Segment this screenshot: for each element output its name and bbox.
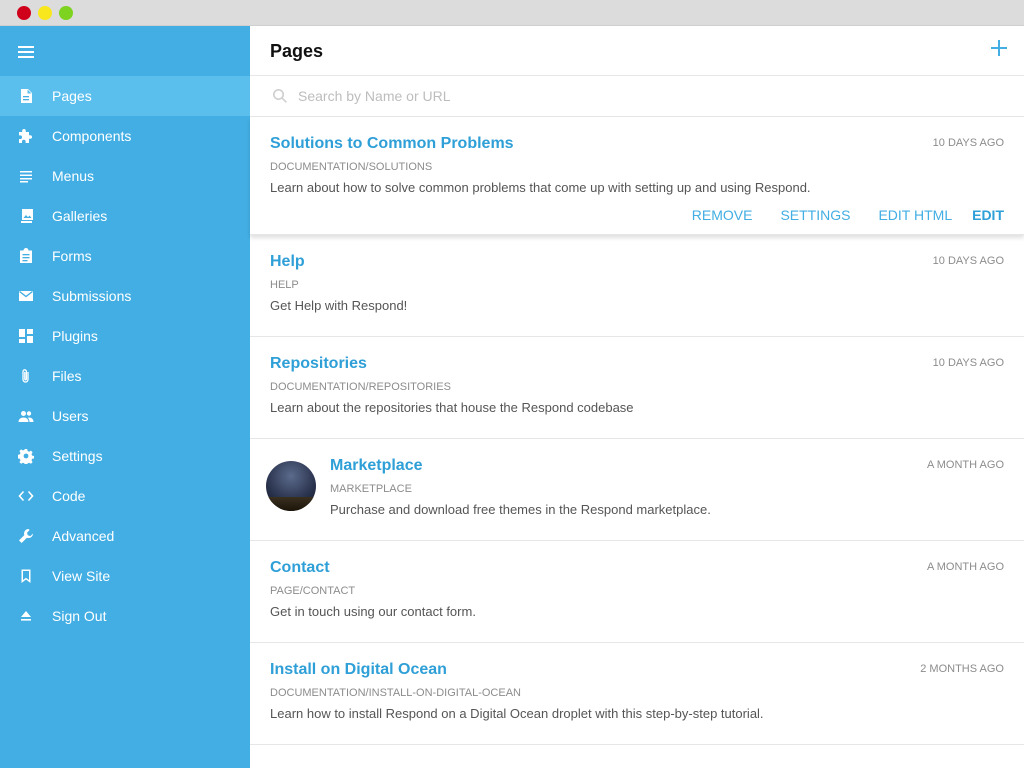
- page-url: PAGE/CONTACT: [270, 585, 356, 597]
- page-title-link[interactable]: Install on Digital Ocean: [270, 661, 447, 679]
- page-icon: [17, 87, 35, 105]
- sidebar-item-label: View Site: [52, 568, 111, 584]
- page-timestamp: 10 DAYS AGO: [932, 255, 1004, 267]
- page-description: Learn about the repositories that house …: [270, 400, 634, 415]
- sidebar-item-code[interactable]: Code: [0, 476, 250, 516]
- page-description: Purchase and download free themes in the…: [330, 502, 711, 517]
- sidebar-item-label: Files: [52, 368, 82, 384]
- list-item[interactable]: Install on Digital Ocean DOCUMENTATION/I…: [250, 643, 1024, 745]
- hamburger-icon[interactable]: [18, 46, 34, 58]
- page-title-link[interactable]: Marketplace: [330, 457, 423, 475]
- minimize-window-button[interactable]: [38, 6, 52, 20]
- page-description: Learn about how to solve common problems…: [270, 180, 811, 195]
- row-actions: REMOVE SETTINGS EDIT HTML EDIT: [664, 207, 1004, 223]
- page-header: Pages: [250, 26, 1024, 76]
- sidebar-item-label: Code: [52, 488, 86, 504]
- sidebar-item-plugins[interactable]: Plugins: [0, 316, 250, 356]
- paperclip-icon: [17, 367, 35, 385]
- sidebar-item-settings[interactable]: Settings: [0, 436, 250, 476]
- zoom-window-button[interactable]: [59, 6, 73, 20]
- page-title-link[interactable]: Repositories: [270, 355, 367, 373]
- search-bar: [250, 76, 1024, 117]
- remove-button[interactable]: REMOVE: [692, 207, 753, 223]
- page-url: MARKETPLACE: [330, 483, 412, 495]
- mail-icon: [17, 287, 35, 305]
- main-content: Pages Solutions to Common Problems DOCUM…: [250, 26, 1024, 768]
- edit-button[interactable]: EDIT: [972, 207, 1004, 223]
- list-item[interactable]: Marketplace MARKETPLACE Purchase and dow…: [250, 439, 1024, 541]
- page-thumbnail: [266, 461, 316, 511]
- wrench-icon: [17, 527, 35, 545]
- sidebar-item-label: Plugins: [52, 328, 98, 344]
- edit-html-button[interactable]: EDIT HTML: [878, 207, 952, 223]
- sidebar-item-label: Users: [52, 408, 89, 424]
- sidebar-item-files[interactable]: Files: [0, 356, 250, 396]
- page-timestamp: A MONTH AGO: [926, 561, 1004, 573]
- page-url: HELP: [270, 279, 299, 291]
- sidebar-item-label: Pages: [52, 88, 92, 104]
- sidebar-item-label: Settings: [52, 448, 103, 464]
- sidebar-item-view-site[interactable]: View Site: [0, 556, 250, 596]
- sidebar-item-sign-out[interactable]: Sign Out: [0, 596, 250, 636]
- sidebar-item-menus[interactable]: Menus: [0, 156, 250, 196]
- list-item[interactable]: Solutions to Common Problems DOCUMENTATI…: [250, 117, 1024, 235]
- sidebar-item-label: Advanced: [52, 528, 115, 544]
- page-title-link[interactable]: Help: [270, 253, 305, 271]
- search-input[interactable]: [298, 84, 998, 108]
- bookmark-icon: [17, 567, 35, 585]
- sidebar-item-label: Components: [52, 128, 132, 144]
- page-title: Pages: [270, 41, 324, 61]
- sidebar-item-label: Galleries: [52, 208, 108, 224]
- sidebar-item-galleries[interactable]: Galleries: [0, 196, 250, 236]
- sidebar-item-forms[interactable]: Forms: [0, 236, 250, 276]
- plus-icon[interactable]: [990, 39, 1008, 57]
- page-title-link[interactable]: Solutions to Common Problems: [270, 135, 514, 153]
- sidebar-item-label: Submissions: [52, 288, 132, 304]
- page-url: DOCUMENTATION/SOLUTIONS: [270, 161, 433, 173]
- page-title-link[interactable]: Contact: [270, 559, 330, 577]
- code-icon: [17, 487, 35, 505]
- sidebar-item-components[interactable]: Components: [0, 116, 250, 156]
- search-icon: [272, 88, 288, 104]
- dashboard-icon: [17, 327, 35, 345]
- sidebar-item-pages[interactable]: Pages: [0, 76, 250, 116]
- sidebar-item-advanced[interactable]: Advanced: [0, 516, 250, 556]
- close-window-button[interactable]: [17, 6, 31, 20]
- sidebar: Pages Components Menus Galleries Forms S…: [0, 26, 250, 768]
- pages-list: Solutions to Common Problems DOCUMENTATI…: [250, 117, 1024, 745]
- sidebar-nav: Pages Components Menus Galleries Forms S…: [0, 76, 250, 636]
- list-item[interactable]: Repositories DOCUMENTATION/REPOSITORIES …: [250, 337, 1024, 439]
- puzzle-icon: [17, 127, 35, 145]
- list-icon: [17, 167, 35, 185]
- gallery-icon: [17, 207, 35, 225]
- clipboard-icon: [17, 247, 35, 265]
- page-url: DOCUMENTATION/INSTALL-ON-DIGITAL-OCEAN: [270, 687, 521, 699]
- page-timestamp: 2 MONTHS AGO: [920, 663, 1004, 675]
- page-description: Learn how to install Respond on a Digita…: [270, 706, 764, 721]
- users-icon: [17, 407, 35, 425]
- window-titlebar: [0, 0, 1024, 26]
- eject-icon: [17, 607, 35, 625]
- list-item[interactable]: Contact PAGE/CONTACT Get in touch using …: [250, 541, 1024, 643]
- page-description: Get in touch using our contact form.: [270, 604, 476, 619]
- sidebar-item-submissions[interactable]: Submissions: [0, 276, 250, 316]
- sidebar-item-label: Menus: [52, 168, 95, 184]
- settings-button[interactable]: SETTINGS: [780, 207, 850, 223]
- page-description: Get Help with Respond!: [270, 298, 408, 313]
- sidebar-item-label: Sign Out: [52, 608, 107, 624]
- page-url: DOCUMENTATION/REPOSITORIES: [270, 381, 451, 393]
- sidebar-item-users[interactable]: Users: [0, 396, 250, 436]
- sidebar-item-label: Forms: [52, 248, 92, 264]
- gear-icon: [17, 447, 35, 465]
- page-timestamp: A MONTH AGO: [926, 459, 1004, 471]
- list-item[interactable]: Help HELP Get Help with Respond! 10 DAYS…: [250, 235, 1024, 337]
- page-timestamp: 10 DAYS AGO: [932, 357, 1004, 369]
- page-timestamp: 10 DAYS AGO: [932, 137, 1004, 149]
